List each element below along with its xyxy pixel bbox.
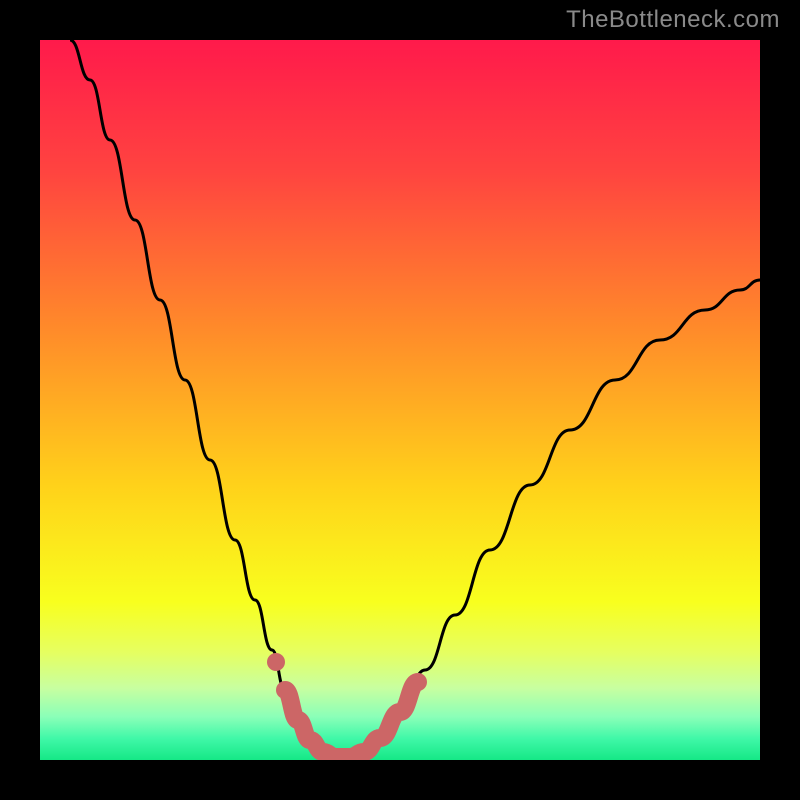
- chart-svg: [40, 40, 760, 760]
- gradient-background: [40, 40, 760, 760]
- attribution-text: TheBottleneck.com: [566, 6, 780, 34]
- plot-area: [40, 40, 760, 760]
- highlight-dot: [267, 653, 285, 671]
- outer-frame: TheBottleneck.com: [0, 0, 800, 800]
